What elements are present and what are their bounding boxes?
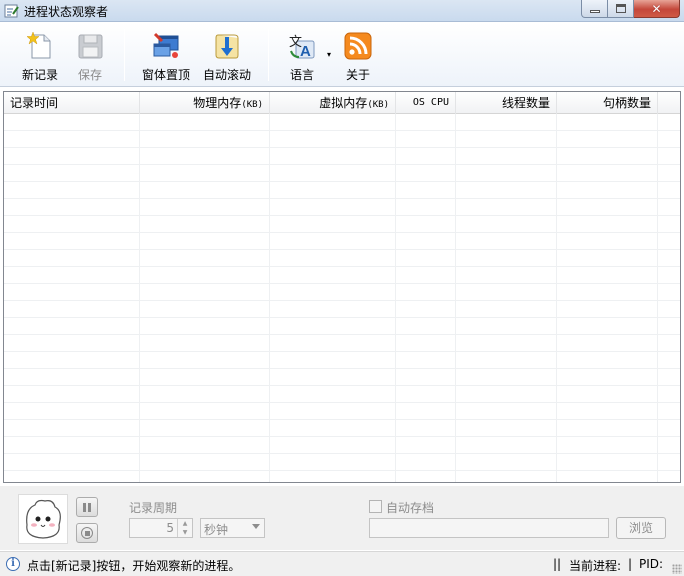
close-button[interactable]: ✕ — [634, 0, 680, 18]
grid-line — [657, 114, 658, 482]
topmost-button[interactable]: 窗体置顶 — [138, 27, 194, 83]
list-header: 记录时间 物理内存(KB) 虚拟内存(KB) OS CPU 线程数量 句柄数量 — [4, 92, 680, 114]
new-document-icon — [26, 31, 51, 59]
grid-line — [556, 114, 557, 482]
minimize-button[interactable] — [581, 0, 608, 18]
svg-text:文: 文 — [289, 35, 302, 50]
save-button[interactable]: 保存 — [70, 27, 110, 83]
browse-button[interactable]: 浏览 — [616, 517, 666, 539]
floppy-disk-icon — [78, 34, 103, 59]
column-header-handle-count[interactable]: 句柄数量 — [557, 92, 658, 114]
new-record-button[interactable]: 新记录 — [18, 27, 62, 83]
autosave-label[interactable]: 自动存档 — [386, 499, 434, 516]
status-separator: | — [628, 557, 633, 571]
grid-line — [395, 114, 396, 482]
stop-button[interactable] — [76, 523, 98, 543]
language-button[interactable]: A 文 语言 — [282, 27, 322, 83]
spin-up-icon[interactable]: ▲ — [178, 519, 192, 528]
period-spinner[interactable]: 5 ▲ ▼ — [129, 518, 193, 538]
column-header-os-cpu[interactable]: OS CPU — [396, 92, 456, 114]
mascot-icon — [26, 499, 61, 539]
period-value: 5 — [166, 521, 174, 535]
minimize-icon — [589, 10, 600, 13]
chevron-down-icon — [252, 524, 260, 529]
maximize-icon — [615, 4, 626, 13]
autoscroll-icon — [215, 34, 239, 59]
column-header-physical-memory[interactable]: 物理内存(KB) — [140, 92, 270, 114]
column-header-virtual-memory[interactable]: 虚拟内存(KB) — [270, 92, 396, 114]
pid-label: PID: — [639, 557, 664, 571]
info-icon: i — [6, 557, 20, 571]
grid-line — [455, 114, 456, 482]
column-header-record-time[interactable]: 记录时间 — [4, 92, 140, 114]
toolbar-separator — [268, 29, 269, 81]
grid-line — [139, 114, 140, 482]
period-unit-value: 秒钟 — [204, 523, 229, 537]
status-bar: i 点击[新记录]按钮，开始观察新的进程。 || 当前进程: | PID: — [0, 551, 684, 576]
rss-icon — [344, 32, 372, 60]
grid-line — [269, 114, 270, 482]
status-message: 点击[新记录]按钮，开始观察新的进程。 — [27, 559, 241, 573]
resize-grip[interactable] — [672, 564, 682, 574]
status-separator: || — [553, 557, 562, 571]
pause-button[interactable] — [76, 497, 98, 517]
record-list[interactable]: 记录时间 物理内存(KB) 虚拟内存(KB) OS CPU 线程数量 句柄数量 — [3, 91, 681, 483]
language-translate-icon: A 文 — [289, 35, 315, 60]
close-icon: ✕ — [651, 1, 662, 16]
spinner-arrows[interactable]: ▲ ▼ — [177, 519, 192, 537]
list-body[interactable] — [4, 114, 680, 482]
period-label: 记录周期 — [129, 501, 178, 515]
maximize-button[interactable] — [608, 0, 634, 18]
window-title: 进程状态观察者 — [24, 5, 109, 19]
language-dropdown-arrow[interactable]: ▾ — [327, 50, 331, 59]
spin-down-icon[interactable]: ▼ — [178, 528, 192, 537]
toolbar-separator — [124, 29, 125, 81]
pause-icon — [83, 502, 91, 512]
toolbar: 新记录 保存 窗体置顶 自动滚动 A 文 语言 ▾ 关于 — [0, 23, 684, 87]
about-button[interactable]: 关于 — [340, 27, 376, 83]
stop-icon — [81, 527, 93, 539]
app-icon — [4, 4, 19, 18]
period-unit-select[interactable]: 秒钟 — [200, 518, 265, 538]
autoscroll-button[interactable]: 自动滚动 — [200, 27, 254, 83]
current-process-label: 当前进程: — [569, 559, 622, 573]
window-topmost-icon — [153, 32, 179, 58]
mascot-image — [18, 494, 68, 544]
save-path-field[interactable] — [369, 518, 609, 538]
column-header-thread-count[interactable]: 线程数量 — [456, 92, 557, 114]
control-panel: 记录周期 5 ▲ ▼ 秒钟 自动存档 浏览 — [0, 486, 684, 550]
title-bar: 进程状态观察者 ✕ — [0, 0, 684, 22]
autosave-checkbox[interactable] — [369, 500, 382, 513]
